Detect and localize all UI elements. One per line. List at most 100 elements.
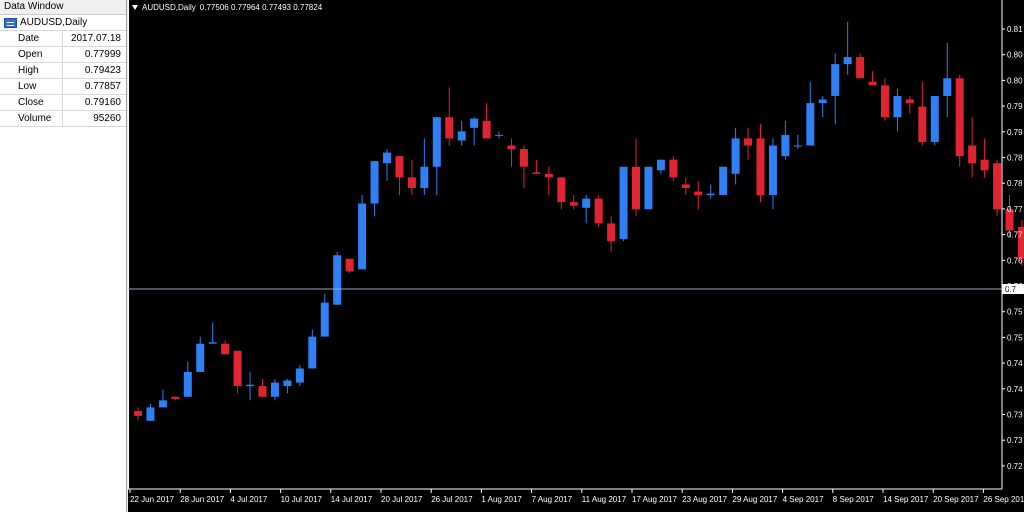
x-tick-label: 4 Jul 2017 [230, 495, 267, 504]
candle-body [507, 145, 516, 150]
candle-body [806, 103, 815, 146]
candle-body [993, 163, 1002, 210]
candle-body [519, 149, 528, 167]
price-chart[interactable]: 0.7 0.81 0.80 0.80 0.79 0.79 0.78 0.78 0.77 0.77 0… [128, 0, 1024, 512]
data-row-value: 95260 [93, 113, 121, 124]
data-row-label: Open [0, 47, 63, 62]
candle-body [134, 410, 142, 416]
candle-body [532, 172, 541, 174]
y-tick-label: 0.81 [1007, 25, 1023, 34]
y-tick-label: 0.78 [1007, 179, 1023, 188]
y-tick-label: 0.73 [1007, 436, 1023, 445]
y-tick-label: 0.74 [1007, 359, 1023, 368]
y-tick-label: 0.78 [1007, 154, 1023, 163]
x-tick-label: 26 Sep 2017 [983, 495, 1024, 504]
candle-body [930, 95, 939, 142]
data-row-date: Date 2017.07.18 [0, 31, 126, 47]
candle-body [594, 198, 603, 224]
candle-body [793, 145, 802, 147]
y-tick-label: 0.76 [1007, 282, 1023, 291]
candle-body [843, 57, 852, 65]
candle-body [495, 134, 504, 136]
data-row-low: Low 0.77857 [0, 79, 126, 95]
candle-body [370, 161, 379, 204]
candle-body [943, 78, 952, 96]
data-row-label: Date [0, 31, 63, 46]
y-tick-label: 0.73 [1007, 411, 1023, 420]
x-tick-label: 28 Jun 2017 [180, 495, 225, 504]
candle-body [270, 382, 279, 397]
data-row-value: 0.77857 [84, 81, 121, 92]
candle-body [768, 145, 777, 196]
candle-body [831, 64, 840, 96]
candle-body [320, 302, 329, 337]
chart-symbol-icon [4, 17, 17, 28]
candle-body [818, 99, 827, 104]
candle-body [358, 203, 367, 270]
candle-body [383, 152, 391, 164]
candle-body [308, 336, 317, 369]
y-tick-label: 0.77 [1007, 231, 1023, 240]
candle-body [719, 166, 728, 196]
dropdown-triangle-icon[interactable] [132, 5, 138, 10]
y-tick-label: 0.75 [1007, 308, 1023, 317]
chart-ohlc-label: 0.77506 0.77964 0.77493 0.77824 [199, 3, 323, 12]
candle-body [221, 343, 230, 355]
candle-body [569, 202, 578, 206]
candle-body [445, 117, 454, 139]
data-row-value: 0.79160 [84, 97, 121, 108]
candle-body [694, 191, 703, 196]
candle-body [208, 342, 217, 344]
data-row-value: 2017.07.18 [70, 33, 121, 44]
candle-body [258, 386, 267, 397]
candle-body [968, 145, 977, 164]
candle-body [470, 118, 479, 128]
candle-body [482, 120, 491, 139]
candle-body [407, 177, 416, 188]
candle-body [183, 371, 192, 397]
x-tick-label: 4 Sep 2017 [783, 495, 824, 504]
x-tick-label: 7 Aug 2017 [532, 495, 573, 504]
candle-body [246, 384, 255, 387]
candle-body [196, 343, 205, 372]
x-tick-label: 20 Jul 2017 [381, 495, 423, 504]
candle-body [457, 131, 466, 141]
data-row-label: Close [0, 95, 63, 110]
y-tick-label: 0.79 [1007, 128, 1023, 137]
x-tick-label: 23 Aug 2017 [682, 495, 727, 504]
candle-body [233, 350, 242, 387]
x-tick-label: 29 Aug 2017 [732, 495, 777, 504]
candle-body [333, 255, 342, 305]
candle-body [905, 99, 914, 104]
candle-body [619, 166, 628, 239]
candle-body [395, 156, 404, 178]
data-window-title[interactable]: Data Window [0, 0, 126, 15]
x-tick-label: 22 Jun 2017 [130, 495, 175, 504]
data-window-symbol-row: AUDUSD,Daily [0, 15, 126, 31]
candle-body [868, 81, 877, 86]
chart-header: AUDUSD,Daily 0.77506 0.77964 0.77493 0.7… [132, 3, 322, 12]
data-row-high: High 0.79423 [0, 63, 126, 79]
candle-body [544, 173, 553, 178]
y-tick-label: 0.74 [1007, 385, 1023, 394]
data-row-open: Open 0.77999 [0, 47, 126, 63]
x-tick-label: 1 Aug 2017 [481, 495, 522, 504]
candle-body [557, 177, 566, 203]
y-tick-label: 0.80 [1007, 76, 1023, 85]
data-row-label: High [0, 63, 63, 78]
data-window-symbol: AUDUSD,Daily [20, 17, 88, 28]
x-tick-label: 10 Jul 2017 [281, 495, 323, 504]
candle-body [582, 198, 591, 208]
x-tick-label: 20 Sep 2017 [933, 495, 979, 504]
data-row-close: Close 0.79160 [0, 95, 126, 111]
candle-body [146, 407, 155, 421]
candle-body [856, 57, 865, 79]
y-tick-label: 0.79 [1007, 102, 1023, 111]
candle-body [781, 134, 790, 157]
x-tick-label: 17 Aug 2017 [632, 495, 677, 504]
candle-body [656, 159, 665, 171]
chart-symbol-label: AUDUSD,Daily [142, 3, 196, 12]
candlestick-chart-svg[interactable]: 0.70.810.800.800.790.790.780.780.770.770… [128, 0, 1024, 512]
candle-body [283, 380, 292, 387]
candle-body [644, 166, 653, 210]
